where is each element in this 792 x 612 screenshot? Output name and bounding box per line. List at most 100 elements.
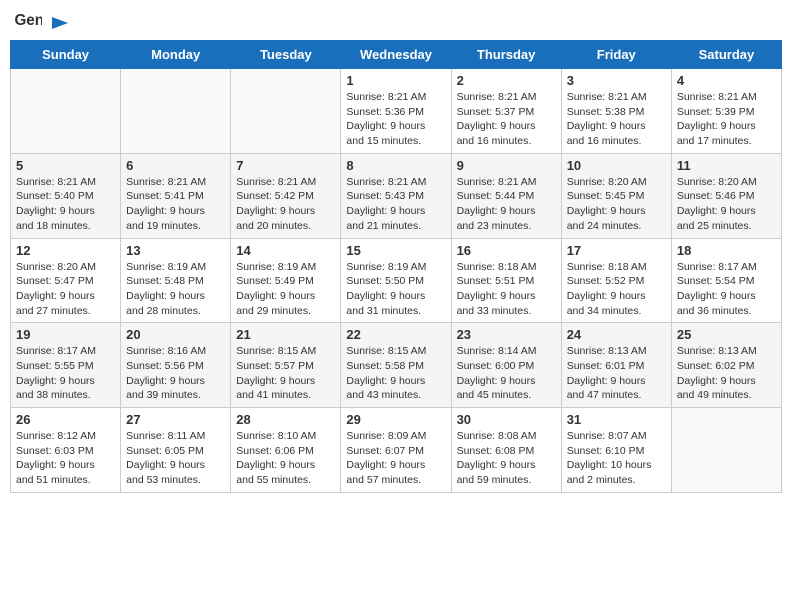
calendar-week-5: 26Sunrise: 8:12 AMSunset: 6:03 PMDayligh… [11, 408, 782, 493]
day-info: Sunrise: 8:21 AMSunset: 5:37 PMDaylight:… [457, 90, 556, 149]
calendar-week-1: 1Sunrise: 8:21 AMSunset: 5:36 PMDaylight… [11, 69, 782, 154]
calendar-cell: 7 Sunrise: 8:21 AMSunset: 5:42 PMDaylight… [231, 153, 341, 238]
calendar-cell: 20 Sunrise: 8:16 AMSunset: 5:56 PMDayligh… [121, 323, 231, 408]
day-number: 7 [236, 158, 335, 173]
calendar-cell: 13 Sunrise: 8:19 AMSunset: 5:48 PMDayligh… [121, 238, 231, 323]
day-info: Sunrise: 8:16 AMSunset: 5:56 PMDaylight:… [126, 344, 225, 403]
col-header-thursday: Thursday [451, 41, 561, 69]
day-number: 11 [677, 158, 776, 173]
calendar-cell: 25 Sunrise: 8:13 AMSunset: 6:02 PMDayligh… [671, 323, 781, 408]
calendar-cell: 8Sunrise: 8:21 AMSunset: 5:43 PMDaylight… [341, 153, 451, 238]
day-number: 29 [346, 412, 445, 427]
calendar-cell: 15 Sunrise: 8:19 AMSunset: 5:50 PMDayligh… [341, 238, 451, 323]
calendar-cell: 21Sunrise: 8:15 AMSunset: 5:57 PMDayligh… [231, 323, 341, 408]
calendar-cell [11, 69, 121, 154]
day-number: 2 [457, 73, 556, 88]
calendar-week-4: 19 Sunrise: 8:17 AMSunset: 5:55 PMDayligh… [11, 323, 782, 408]
col-header-wednesday: Wednesday [341, 41, 451, 69]
day-number: 15 [346, 243, 445, 258]
calendar-week-2: 5Sunrise: 8:21 AMSunset: 5:40 PMDaylight… [11, 153, 782, 238]
day-number: 26 [16, 412, 115, 427]
calendar-cell: 29 Sunrise: 8:09 AMSunset: 6:07 PMDayligh… [341, 408, 451, 493]
day-number: 4 [677, 73, 776, 88]
day-info: Sunrise: 8:19 AMSunset: 5:50 PMDaylight:… [346, 260, 445, 319]
day-info: Sunrise: 8:14 AMSunset: 6:00 PMDaylight:… [457, 344, 556, 403]
calendar-cell: 18Sunrise: 8:17 AMSunset: 5:54 PMDayligh… [671, 238, 781, 323]
calendar-cell [231, 69, 341, 154]
calendar-table: SundayMondayTuesdayWednesdayThursdayFrid… [10, 40, 782, 493]
day-info: Sunrise: 8:21 AMSunset: 5:41 PMDaylight:… [126, 175, 225, 234]
calendar-cell: 31 Sunrise: 8:07 AMSunset: 6:10 PMDayligh… [561, 408, 671, 493]
calendar-cell: 22 Sunrise: 8:15 AMSunset: 5:58 PMDayligh… [341, 323, 451, 408]
calendar-cell [671, 408, 781, 493]
calendar-cell: 4 Sunrise: 8:21 AMSunset: 5:39 PMDaylight… [671, 69, 781, 154]
calendar-cell: 5Sunrise: 8:21 AMSunset: 5:40 PMDaylight… [11, 153, 121, 238]
day-info: Sunrise: 8:17 AMSunset: 5:55 PMDaylight:… [16, 344, 115, 403]
day-number: 31 [567, 412, 666, 427]
calendar-cell: 30 Sunrise: 8:08 AMSunset: 6:08 PMDayligh… [451, 408, 561, 493]
col-header-monday: Monday [121, 41, 231, 69]
logo-icon: General [14, 10, 42, 32]
col-header-tuesday: Tuesday [231, 41, 341, 69]
day-number: 16 [457, 243, 556, 258]
calendar-cell [121, 69, 231, 154]
day-info: Sunrise: 8:21 AMSunset: 5:39 PMDaylight:… [677, 90, 776, 149]
calendar-cell: 23Sunrise: 8:14 AMSunset: 6:00 PMDayligh… [451, 323, 561, 408]
day-number: 28 [236, 412, 335, 427]
calendar-cell: 16Sunrise: 8:18 AMSunset: 5:51 PMDayligh… [451, 238, 561, 323]
calendar-cell: 3 Sunrise: 8:21 AMSunset: 5:38 PMDaylight… [561, 69, 671, 154]
calendar-cell: 27Sunrise: 8:11 AMSunset: 6:05 PMDayligh… [121, 408, 231, 493]
calendar-cell: 10 Sunrise: 8:20 AMSunset: 5:45 PMDayligh… [561, 153, 671, 238]
day-info: Sunrise: 8:20 AMSunset: 5:45 PMDaylight:… [567, 175, 666, 234]
calendar-cell: 12 Sunrise: 8:20 AMSunset: 5:47 PMDayligh… [11, 238, 121, 323]
day-info: Sunrise: 8:19 AMSunset: 5:48 PMDaylight:… [126, 260, 225, 319]
day-info: Sunrise: 8:13 AMSunset: 6:02 PMDaylight:… [677, 344, 776, 403]
day-number: 25 [677, 327, 776, 342]
day-number: 3 [567, 73, 666, 88]
logo: General [14, 10, 70, 32]
day-info: Sunrise: 8:21 AMSunset: 5:36 PMDaylight:… [346, 90, 445, 149]
calendar-cell: 11 Sunrise: 8:20 AMSunset: 5:46 PMDayligh… [671, 153, 781, 238]
day-number: 27 [126, 412, 225, 427]
day-info: Sunrise: 8:13 AMSunset: 6:01 PMDaylight:… [567, 344, 666, 403]
day-info: Sunrise: 8:21 AMSunset: 5:38 PMDaylight:… [567, 90, 666, 149]
day-number: 24 [567, 327, 666, 342]
page-header: General [10, 10, 782, 32]
day-number: 10 [567, 158, 666, 173]
calendar-cell: 17 Sunrise: 8:18 AMSunset: 5:52 PMDayligh… [561, 238, 671, 323]
col-header-sunday: Sunday [11, 41, 121, 69]
calendar-cell: 24 Sunrise: 8:13 AMSunset: 6:01 PMDayligh… [561, 323, 671, 408]
day-info: Sunrise: 8:09 AMSunset: 6:07 PMDaylight:… [346, 429, 445, 488]
day-number: 21 [236, 327, 335, 342]
day-number: 13 [126, 243, 225, 258]
day-info: Sunrise: 8:21 AMSunset: 5:42 PMDaylight:… [236, 175, 335, 234]
col-header-friday: Friday [561, 41, 671, 69]
svg-text:General: General [14, 12, 42, 29]
day-info: Sunrise: 8:15 AMSunset: 5:58 PMDaylight:… [346, 344, 445, 403]
day-info: Sunrise: 8:07 AMSunset: 6:10 PMDaylight:… [567, 429, 666, 488]
calendar-cell: 6 Sunrise: 8:21 AMSunset: 5:41 PMDaylight… [121, 153, 231, 238]
day-info: Sunrise: 8:20 AMSunset: 5:47 PMDaylight:… [16, 260, 115, 319]
day-number: 19 [16, 327, 115, 342]
calendar-cell: 28 Sunrise: 8:10 AMSunset: 6:06 PMDayligh… [231, 408, 341, 493]
col-header-saturday: Saturday [671, 41, 781, 69]
day-number: 8 [346, 158, 445, 173]
day-info: Sunrise: 8:20 AMSunset: 5:46 PMDaylight:… [677, 175, 776, 234]
day-info: Sunrise: 8:10 AMSunset: 6:06 PMDaylight:… [236, 429, 335, 488]
day-info: Sunrise: 8:21 AMSunset: 5:44 PMDaylight:… [457, 175, 556, 234]
day-info: Sunrise: 8:19 AMSunset: 5:49 PMDaylight:… [236, 260, 335, 319]
day-number: 17 [567, 243, 666, 258]
calendar-cell: 1Sunrise: 8:21 AMSunset: 5:36 PMDaylight… [341, 69, 451, 154]
day-number: 12 [16, 243, 115, 258]
calendar-cell: 2 Sunrise: 8:21 AMSunset: 5:37 PMDaylight… [451, 69, 561, 154]
day-number: 5 [16, 158, 115, 173]
day-number: 18 [677, 243, 776, 258]
day-info: Sunrise: 8:08 AMSunset: 6:08 PMDaylight:… [457, 429, 556, 488]
day-number: 22 [346, 327, 445, 342]
day-info: Sunrise: 8:18 AMSunset: 5:52 PMDaylight:… [567, 260, 666, 319]
calendar-header-row: SundayMondayTuesdayWednesdayThursdayFrid… [11, 41, 782, 69]
day-number: 6 [126, 158, 225, 173]
day-number: 14 [236, 243, 335, 258]
day-number: 30 [457, 412, 556, 427]
day-number: 20 [126, 327, 225, 342]
